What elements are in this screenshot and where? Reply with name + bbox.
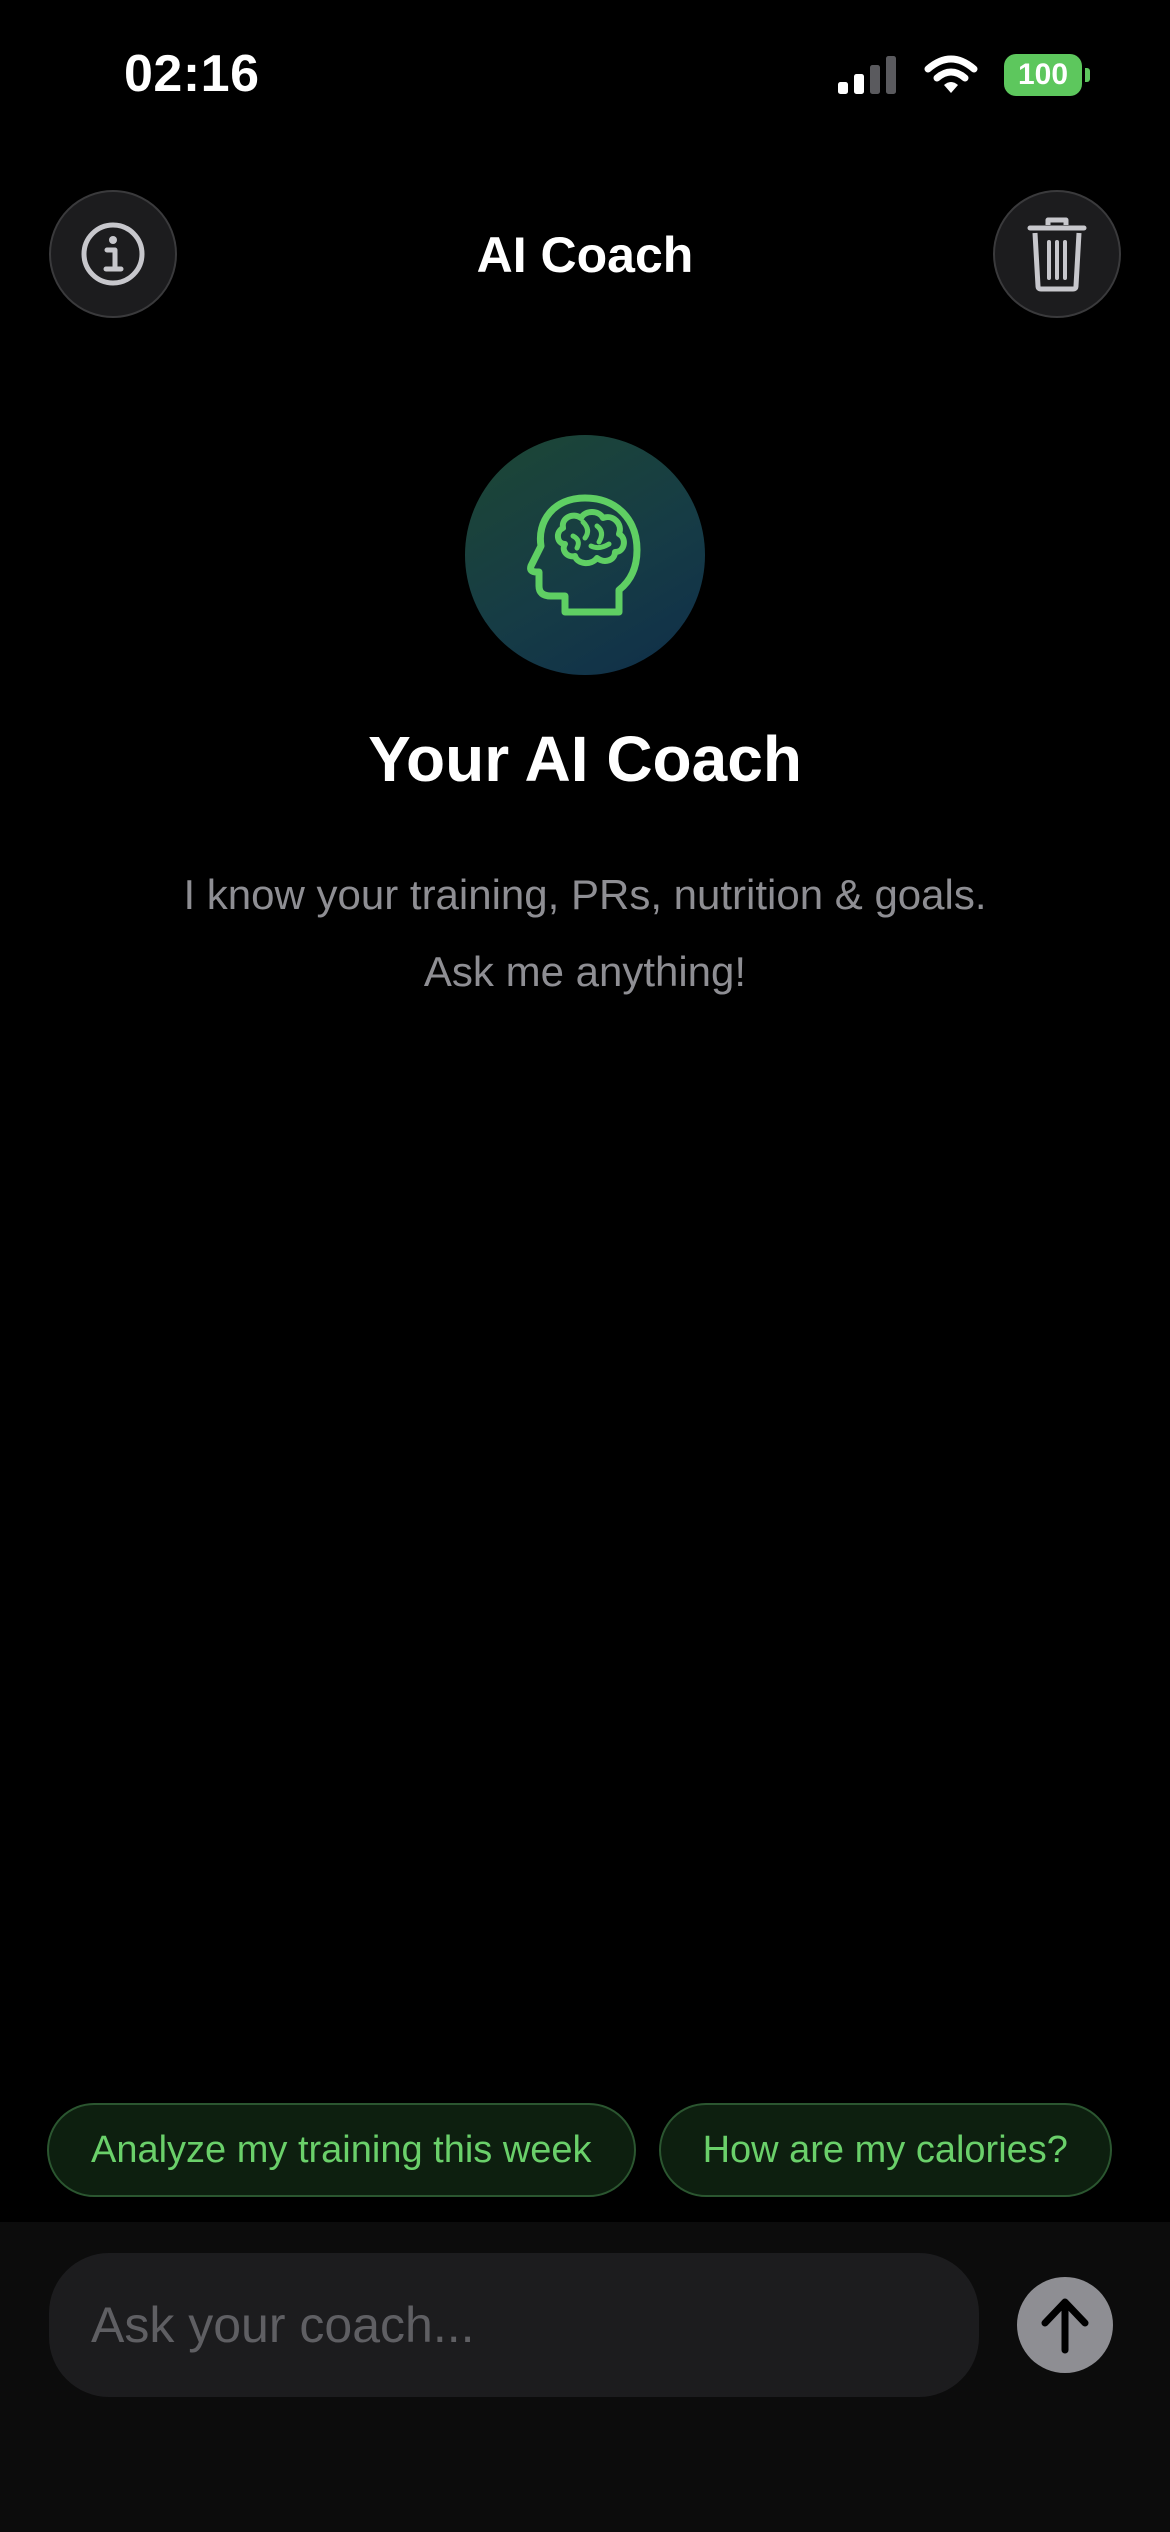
coach-avatar (465, 435, 705, 675)
battery-icon: 100 (1004, 54, 1090, 96)
status-time: 02:16 (124, 45, 260, 103)
suggestion-chips: Analyze my training this week How are my… (47, 2103, 1170, 2197)
hero-title: Your AI Coach (368, 723, 802, 795)
suggestion-chip-calories[interactable]: How are my calories? (658, 2103, 1112, 2197)
wifi-icon (924, 55, 978, 93)
send-button[interactable] (1017, 2277, 1113, 2373)
hero-subtitle-line-2: Ask me anything! (423, 948, 747, 995)
hero-subtitle-line-1: I know your training, PRs, nutrition & g… (183, 871, 987, 918)
clear-chat-button[interactable] (993, 190, 1121, 318)
hero-subtitle: I know your training, PRs, nutrition & g… (0, 856, 1170, 1010)
suggestion-chip-analyze-training[interactable]: Analyze my training this week (47, 2103, 636, 2197)
status-icons: 100 (838, 54, 1090, 96)
brain-head-icon (527, 494, 641, 616)
composer-bar (0, 2222, 1170, 2532)
message-input[interactable] (49, 2253, 979, 2397)
battery-level: 100 (1004, 54, 1082, 96)
cellular-signal-icon (838, 56, 896, 94)
arrow-up-icon (1041, 2298, 1089, 2354)
trash-icon (1027, 217, 1087, 292)
